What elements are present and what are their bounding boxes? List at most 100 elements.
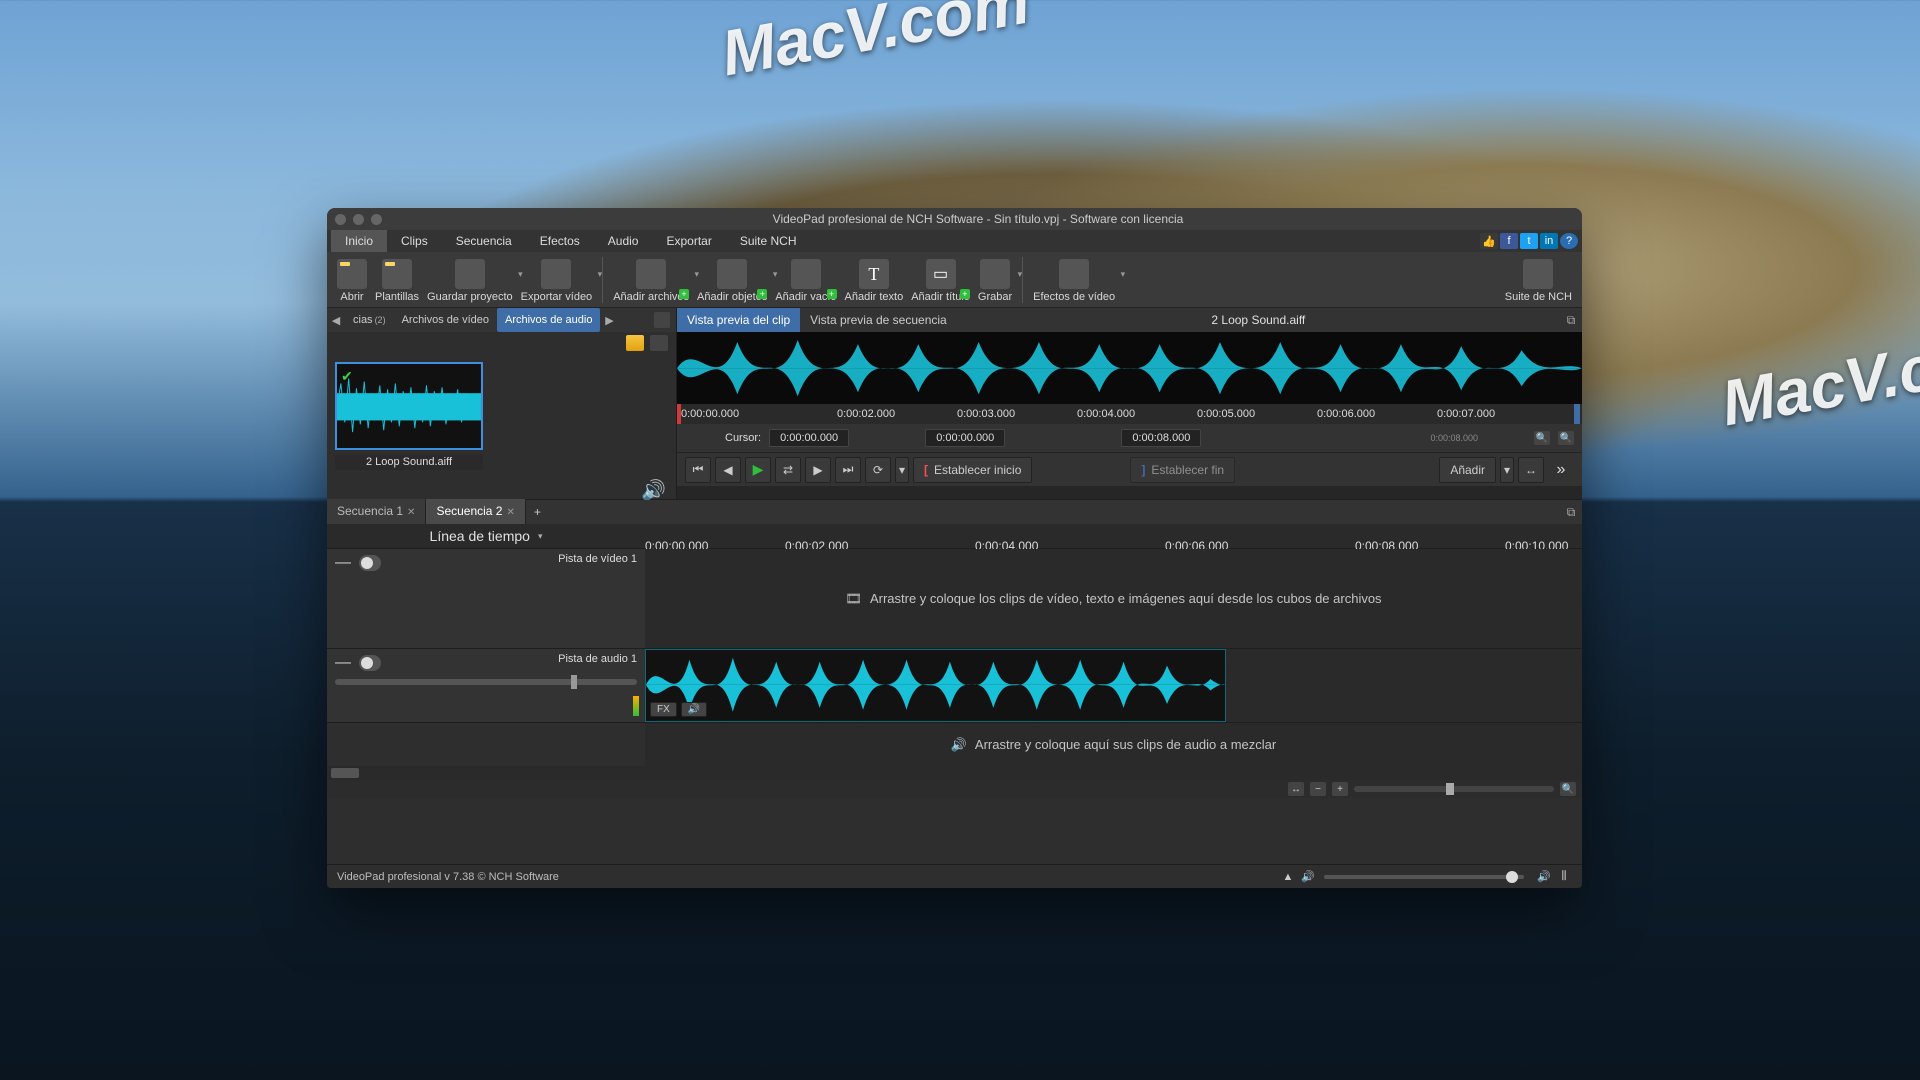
timeline-scrollbar[interactable] — [327, 766, 1582, 780]
dropdown-icon[interactable]: ▾ — [1500, 457, 1514, 483]
menu-suite[interactable]: Suite NCH — [726, 230, 811, 252]
tab-sequence-1[interactable]: Secuencia 1✕ — [327, 499, 426, 525]
zoom-out-icon[interactable]: 🔍 — [1534, 431, 1550, 445]
audio-track-header: — Pista de audio 1 — [327, 649, 645, 722]
tab-video-files[interactable]: Archivos de vídeo — [394, 308, 497, 332]
close-icon[interactable]: ✕ — [506, 507, 514, 518]
tab-clip-preview[interactable]: Vista previa del clip — [677, 308, 800, 332]
linkedin-icon[interactable]: in — [1540, 233, 1558, 249]
add-to-timeline-button[interactable]: Añadir — [1439, 457, 1496, 483]
tab-sequence-preview[interactable]: Vista previa de secuencia — [800, 308, 957, 332]
export-video-button[interactable]: Exportar vídeo▾ — [517, 257, 597, 303]
dropdown-icon[interactable]: ▾ — [895, 457, 909, 483]
like-icon[interactable]: 👍 — [1480, 233, 1498, 249]
preview-waveform[interactable] — [677, 332, 1582, 404]
speed-button[interactable]: ⟳ — [865, 457, 891, 483]
mute-icon[interactable]: 🔊 — [1300, 869, 1316, 885]
equalizer-icon[interactable]: ⫼ — [1556, 869, 1572, 885]
video-effects-button[interactable]: Efectos de vídeo▾ — [1029, 257, 1119, 303]
close-window-icon[interactable] — [335, 214, 346, 225]
film-icon: 🎞 — [845, 591, 862, 607]
step-back-button[interactable]: ◀ — [715, 457, 741, 483]
chevron-down-icon[interactable]: ▾ — [1018, 269, 1023, 280]
close-icon[interactable]: ✕ — [407, 507, 415, 518]
track-mute-toggle[interactable] — [359, 655, 381, 671]
add-text-button[interactable]: TAñadir texto — [841, 257, 908, 303]
go-start-button[interactable]: ⏮ — [685, 457, 711, 483]
nch-suite-button[interactable]: Suite de NCH — [1501, 257, 1576, 303]
step-forward-button[interactable]: ▶ — [805, 457, 831, 483]
collapse-track-button[interactable]: — — [335, 654, 351, 672]
menu-efectos[interactable]: Efectos — [526, 230, 594, 252]
popout-icon[interactable]: ⧉ — [1560, 505, 1582, 520]
video-track-header: — Pista de vídeo 1 — [327, 549, 645, 648]
track-visibility-toggle[interactable] — [359, 555, 381, 571]
go-end-button[interactable]: ⏭ — [835, 457, 861, 483]
menu-exportar[interactable]: Exportar — [652, 230, 725, 252]
tab-sequence-2[interactable]: Secuencia 2✕ — [426, 499, 525, 525]
fit-width-icon[interactable]: ↔ — [1518, 457, 1544, 483]
zoom-max-icon[interactable]: 🔍 — [1560, 782, 1576, 796]
menu-inicio[interactable]: Inicio — [331, 230, 387, 252]
preview-time-ruler[interactable]: 0:00:00.000 0:00:02.000 0:00:03.000 0:00… — [677, 404, 1582, 424]
save-project-button[interactable]: Guardar proyecto▾ — [423, 257, 517, 303]
video-track-lane[interactable]: 🎞Arrastre y coloque los clips de vídeo, … — [645, 549, 1582, 648]
tab-audio-files[interactable]: Archivos de audio — [497, 308, 600, 332]
set-in-button[interactable]: [Establecer inicio — [913, 457, 1032, 483]
loop-button[interactable]: ⇄ — [775, 457, 801, 483]
warning-icon[interactable]: ▲ — [1280, 869, 1296, 885]
zoom-slider[interactable] — [1354, 786, 1554, 792]
add-objects-button[interactable]: +Añadir objetos▾ — [693, 257, 771, 303]
zoom-in-icon[interactable]: 🔍 — [1558, 431, 1574, 445]
master-volume-slider[interactable] — [1324, 875, 1524, 879]
templates-button[interactable]: Plantillas — [371, 257, 423, 303]
selection-time-field[interactable]: 0:00:00.000 — [925, 429, 1005, 447]
cursor-time-field[interactable]: 0:00:00.000 — [769, 429, 849, 447]
zoom-window-icon[interactable] — [371, 214, 382, 225]
fx-button[interactable]: FX — [650, 702, 677, 717]
add-files-button[interactable]: +Añadir archivos▾ — [609, 257, 693, 303]
zoom-out-icon[interactable]: − — [1310, 782, 1326, 796]
speaker-icon: 🔊 — [1536, 869, 1552, 885]
more-icon[interactable]: » — [1548, 457, 1574, 483]
menu-audio[interactable]: Audio — [594, 230, 653, 252]
toolbar-separator — [602, 257, 603, 303]
record-button[interactable]: Grabar▾ — [974, 257, 1016, 303]
clip-mute-button[interactable]: 🔊 — [681, 702, 707, 717]
chevron-down-icon[interactable]: ▾ — [598, 269, 603, 280]
popout-icon[interactable]: ⧉ — [1560, 313, 1582, 328]
track-volume-slider[interactable] — [335, 679, 637, 685]
help-icon[interactable]: ? — [1560, 233, 1578, 249]
in-point-marker[interactable] — [677, 404, 681, 424]
duration-field[interactable]: 0:00:08.000 — [1121, 429, 1201, 447]
add-title-button[interactable]: ▭+Añadir título — [907, 257, 974, 303]
play-button[interactable]: ▶ — [745, 457, 771, 483]
collapse-track-button[interactable]: — — [335, 554, 351, 572]
timeline-mode-select[interactable]: Línea de tiempo▾ — [327, 528, 645, 544]
audio-track-lane[interactable]: FX 🔊 — [645, 649, 1582, 722]
open-button[interactable]: Abrir — [333, 257, 371, 303]
twitter-icon[interactable]: t — [1520, 233, 1538, 249]
scroll-left-icon[interactable]: ◀ — [327, 314, 345, 327]
popout-icon[interactable] — [654, 312, 670, 328]
fit-width-icon[interactable]: ↔ — [1288, 782, 1304, 796]
list-view-icon[interactable] — [650, 335, 668, 351]
scroll-right-icon[interactable]: ▶ — [600, 314, 618, 327]
minimize-window-icon[interactable] — [353, 214, 364, 225]
audio-mix-lane[interactable]: 🔊Arrastre y coloque aquí sus clips de au… — [645, 723, 1582, 766]
menu-clips[interactable]: Clips — [387, 230, 442, 252]
zoom-in-icon[interactable]: + — [1332, 782, 1348, 796]
set-out-button[interactable]: ]Establecer fin — [1130, 457, 1235, 483]
menu-secuencia[interactable]: Secuencia — [442, 230, 526, 252]
tab-sequences[interactable]: cias(2) — [345, 308, 394, 332]
new-folder-icon[interactable] — [626, 335, 644, 351]
add-blank-button[interactable]: +Añadir vacío — [771, 257, 840, 303]
audio-clip[interactable]: FX 🔊 — [645, 649, 1226, 722]
add-sequence-button[interactable]: + — [526, 505, 549, 519]
facebook-icon[interactable]: f — [1500, 233, 1518, 249]
watermark: MacV.com — [1716, 314, 1920, 441]
clip-thumbnail[interactable]: ✔ 2 Loop Sound.aiff — [335, 362, 483, 470]
chevron-down-icon[interactable]: ▾ — [1121, 269, 1126, 280]
playhead-end-marker[interactable] — [1574, 404, 1580, 424]
scroll-thumb[interactable] — [331, 768, 359, 778]
